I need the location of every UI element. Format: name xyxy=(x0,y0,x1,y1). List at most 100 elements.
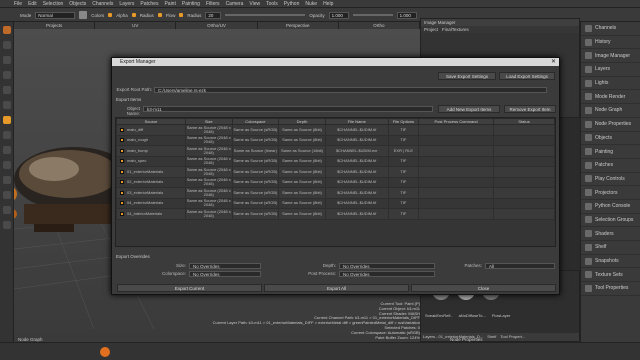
cell-opts[interactable]: TIF xyxy=(387,134,420,146)
row-checkbox[interactable] xyxy=(120,169,124,174)
cell-depth[interactable]: Same as Source (8bit) xyxy=(278,166,326,178)
menu-item-camera[interactable]: Camera xyxy=(226,0,244,8)
row-checkbox[interactable] xyxy=(120,201,124,206)
cell-file[interactable]: $CHANNEL.$UDIM.tif xyxy=(324,155,389,167)
fill-tool-icon[interactable] xyxy=(2,131,11,139)
cell-size[interactable]: Same as Source (2048 x 2048) xyxy=(184,134,233,146)
smudge-tool-icon[interactable] xyxy=(2,71,11,79)
save-export-settings-button[interactable]: Save Export Settings xyxy=(438,72,496,80)
table-row[interactable]: main_diff Same as Source (2048 x 2048) Sam… xyxy=(116,124,555,136)
clone-tool-icon[interactable] xyxy=(2,56,11,64)
cell-opts[interactable]: TIF xyxy=(387,208,420,220)
cell-post-process[interactable] xyxy=(418,197,495,209)
eyedropper-tool-icon[interactable] xyxy=(2,191,11,199)
alpha-checkbox[interactable] xyxy=(108,13,113,17)
cell-opts[interactable]: TIF xyxy=(387,166,420,178)
export-current-button[interactable]: Export Current xyxy=(117,284,262,292)
cell-depth[interactable]: Same as Source (8bit) xyxy=(278,176,326,188)
cell-post-process[interactable] xyxy=(418,155,495,167)
right-panel-item[interactable]: Node Graph xyxy=(581,104,640,118)
table-row[interactable]: 02_exteriorMaterials Same as Source (2048… xyxy=(116,176,555,188)
gradient-tool-icon[interactable] xyxy=(2,176,11,184)
right-panel-item[interactable]: Selection Groups xyxy=(581,214,640,228)
right-panel-item[interactable]: Node Properties xyxy=(581,118,640,132)
cell-source[interactable]: 04_interiorMaterials xyxy=(116,208,186,220)
cell-post-process[interactable] xyxy=(418,145,495,157)
menu-item-patches[interactable]: Patches xyxy=(140,0,158,8)
viewport-tab[interactable]: UV xyxy=(95,22,177,29)
cell-size[interactable]: Same as Source (2048 x 2048) xyxy=(184,124,233,136)
row-checkbox[interactable] xyxy=(120,159,124,164)
right-panel-item[interactable]: Tool Properties xyxy=(581,282,640,296)
opacity-input[interactable]: 1.000 xyxy=(328,11,349,19)
right-panel-item[interactable]: History xyxy=(581,36,640,50)
cell-colorspace[interactable]: Same as Source (sRGB) xyxy=(231,166,280,178)
add-export-items-button[interactable]: Add New Export Items xyxy=(438,105,500,113)
right-panel-item[interactable]: Mode Render xyxy=(581,90,640,105)
cell-opts[interactable]: TIF xyxy=(387,155,420,167)
value-input[interactable]: 1.000 xyxy=(396,11,417,19)
cell-file[interactable]: $CHANNEL.$UDIM.exr xyxy=(324,145,389,157)
cell-post-process[interactable] xyxy=(418,208,495,220)
node-graph-label[interactable]: Node Graph xyxy=(18,337,43,342)
cell-source[interactable]: main_bump xyxy=(116,145,186,157)
color-swatch-icon[interactable] xyxy=(2,116,11,124)
cell-depth[interactable]: Same as Source (8bit) xyxy=(278,134,326,146)
size-select[interactable]: No Overrides xyxy=(189,263,261,269)
paint-tool-icon[interactable] xyxy=(2,26,11,34)
menu-item-paint[interactable]: Paint xyxy=(164,0,175,8)
camera-tool-icon[interactable] xyxy=(2,206,11,214)
cell-source[interactable]: 02_exteriorMaterials xyxy=(116,176,186,188)
cell-opts[interactable]: TIF xyxy=(387,187,420,199)
light-tool-icon[interactable] xyxy=(2,221,11,229)
cell-file[interactable]: $CHANNEL.$UDIM.tif xyxy=(324,134,389,146)
shelf-item[interactable]: FlowLayer xyxy=(492,313,510,318)
load-export-settings-button[interactable]: Load Export Settings xyxy=(499,72,555,80)
cell-colorspace[interactable]: Same as Source (sRGB) xyxy=(231,134,280,146)
table-row[interactable]: 04_exteriorMaterials Same as Source (2048… xyxy=(116,197,555,209)
tab-project[interactable]: Project xyxy=(424,26,438,33)
cell-source[interactable]: 01_exteriorMaterials xyxy=(116,166,186,178)
flow-checkbox[interactable] xyxy=(157,13,162,17)
transform-tool-icon[interactable] xyxy=(2,146,11,154)
cell-size[interactable]: Same as Source (2048 x 2048) xyxy=(184,145,233,157)
row-checkbox[interactable] xyxy=(120,127,124,132)
table-row[interactable]: 04_interiorMaterials Same as Source (2048… xyxy=(116,208,555,220)
right-panel-item[interactable]: Play Controls xyxy=(581,173,640,187)
cell-colorspace[interactable]: Same as Source (sRGB) xyxy=(231,197,280,209)
object-name-select[interactable]: k3-m11 xyxy=(143,106,433,112)
cell-size[interactable]: Same as Source (2048 x 2048) xyxy=(184,208,233,220)
right-panel-item[interactable]: Objects xyxy=(581,132,640,146)
viewport-tab[interactable]: Ortho/UV xyxy=(176,22,258,29)
menu-item-edit[interactable]: Edit xyxy=(28,0,37,8)
cell-size[interactable]: Same as Source (2048 x 2048) xyxy=(184,166,233,178)
color-swatch-icon[interactable] xyxy=(79,11,88,19)
cell-colorspace[interactable]: Same as Source (sRGB) xyxy=(231,187,280,199)
mask-tool-icon[interactable] xyxy=(2,161,11,169)
cell-depth[interactable]: Same as Source (8bit) xyxy=(278,208,326,220)
row-checkbox[interactable] xyxy=(120,211,124,216)
menu-item-painting[interactable]: Painting xyxy=(182,0,200,8)
cell-size[interactable]: Same as Source (2048 x 2048) xyxy=(184,155,233,167)
viewport-tab[interactable]: Perspective xyxy=(258,22,339,29)
viewport-tab[interactable]: Ortho xyxy=(339,22,421,29)
cell-depth[interactable]: Same as Source (8bit) xyxy=(278,197,326,209)
blur-tool-icon[interactable] xyxy=(2,86,11,94)
right-panel-item[interactable]: Channels xyxy=(581,22,640,36)
cell-post-process[interactable] xyxy=(418,176,495,188)
right-panel-item[interactable]: Texture Sets xyxy=(581,268,640,283)
cell-post-process[interactable] xyxy=(418,124,495,136)
table-row[interactable]: 03_exteriorMaterials Same as Source (2048… xyxy=(116,187,555,199)
cell-file[interactable]: $CHANNEL.$UDIM.tif xyxy=(324,187,389,199)
right-panel-item[interactable]: Patches xyxy=(581,159,640,173)
table-row[interactable]: main_rough Same as Source (2048 x 2048) Sa… xyxy=(116,134,555,146)
cell-colorspace[interactable]: Same as Source (sRGB) xyxy=(231,208,280,220)
cell-source[interactable]: 04_exteriorMaterials xyxy=(116,197,186,209)
tab-shelf[interactable]: Shelf xyxy=(487,333,496,341)
right-panel-item[interactable]: Python Console xyxy=(581,200,640,214)
patches-select[interactable]: All xyxy=(485,263,555,269)
tab-final-textures[interactable]: FinalTextures xyxy=(442,26,469,33)
cell-colorspace[interactable]: Same as Source (sRGB) xyxy=(231,155,280,167)
cell-post-process[interactable] xyxy=(418,166,495,178)
cell-depth[interactable]: Same as Source (16bit) xyxy=(278,145,326,157)
